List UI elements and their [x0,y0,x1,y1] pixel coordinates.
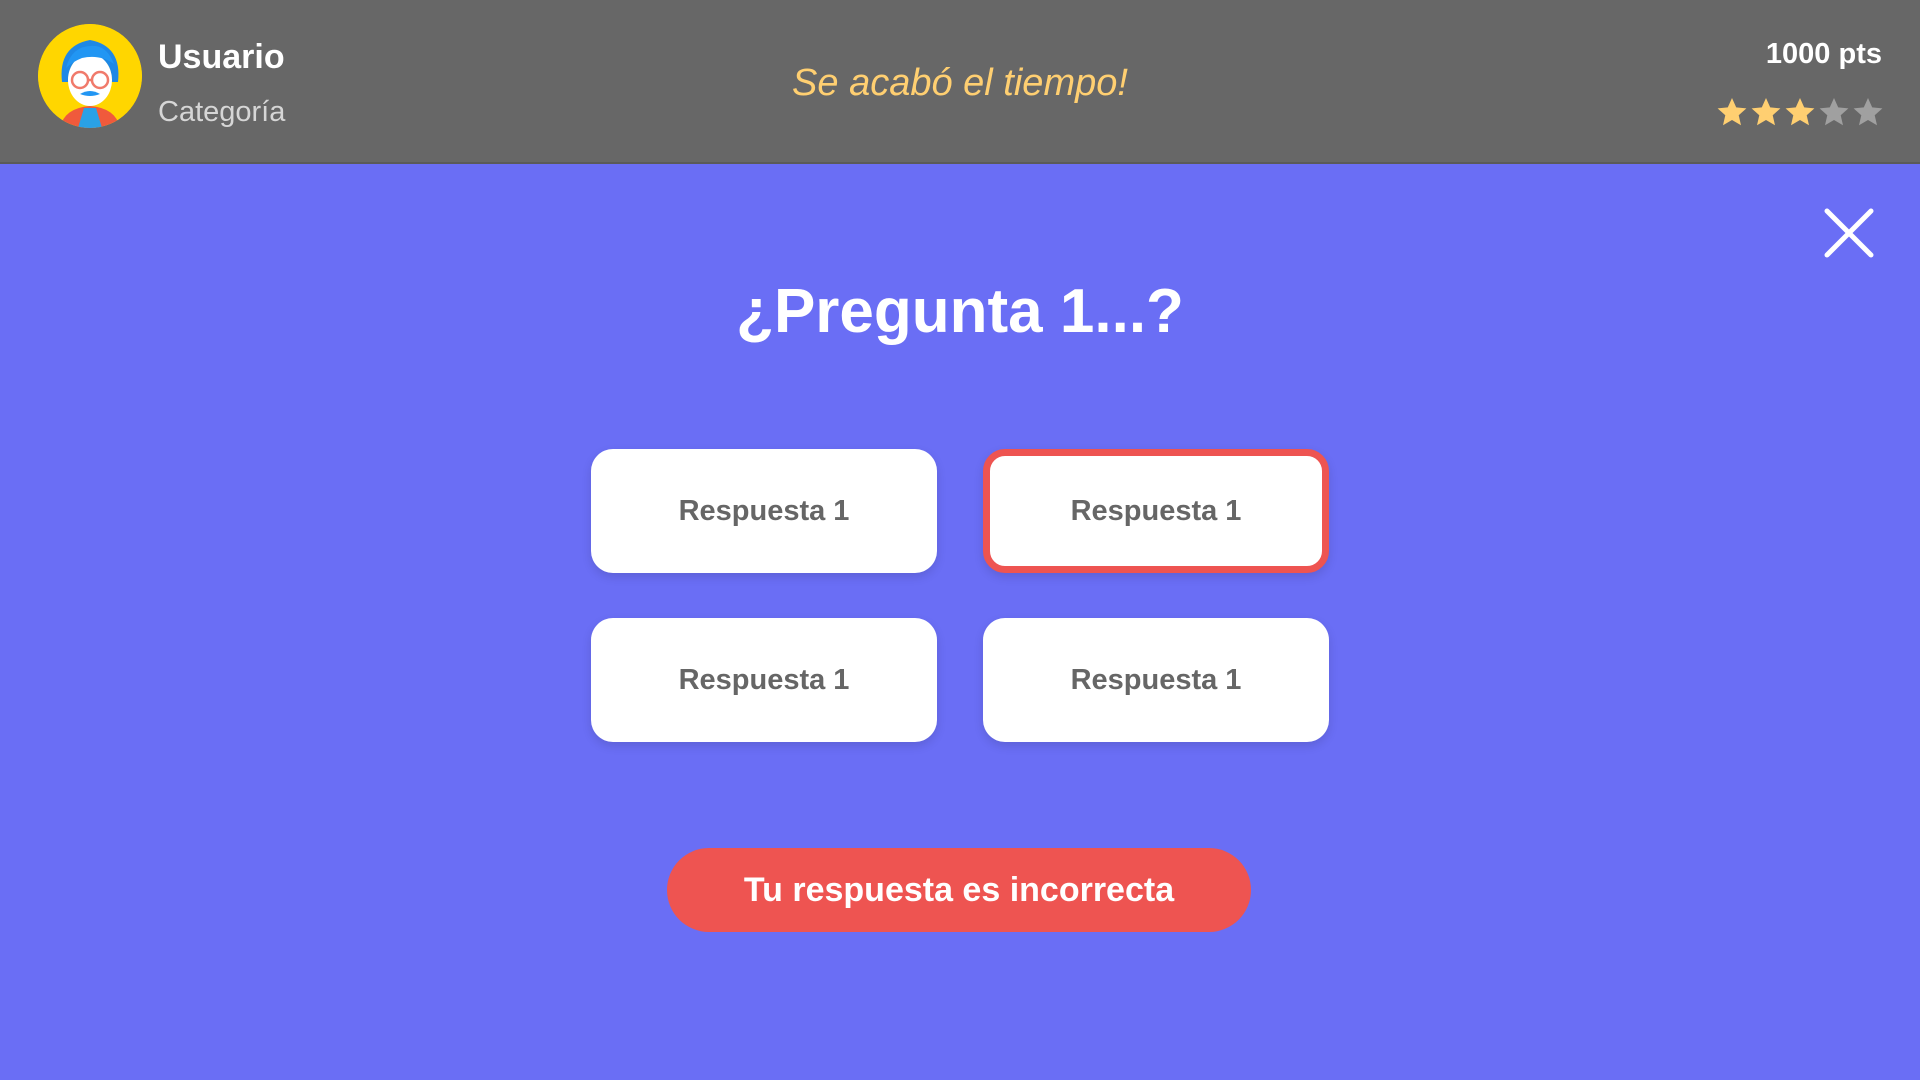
star-icon [1716,96,1748,128]
star-icon [1750,96,1782,128]
result-banner: Tu respuesta es incorrecta [667,848,1251,932]
answer-button-1[interactable]: Respuesta 1 [591,449,937,573]
question-text: ¿Pregunta 1...? [736,277,1184,346]
user-name: Usuario [158,38,285,76]
close-button[interactable] [1822,206,1876,260]
star-icon [1818,96,1850,128]
answer-button-3[interactable]: Respuesta 1 [591,618,937,742]
score-label: 1000 pts [1765,38,1882,70]
close-icon [1824,208,1874,258]
star-icon [1852,96,1884,128]
star-icon [1784,96,1816,128]
answer-button-4[interactable]: Respuesta 1 [983,618,1329,742]
status-message: Se acabó el tiempo! [792,62,1128,104]
quiz-screen: Usuario Categoría Se acabó el tiempo! 10… [0,0,1920,1080]
top-bar: Usuario Categoría Se acabó el tiempo! 10… [0,0,1920,164]
star-rating [1716,96,1884,128]
user-category: Categoría [158,96,286,128]
answer-button-2-selected-incorrect[interactable]: Respuesta 1 [983,449,1329,573]
user-avatar-icon [38,24,142,128]
